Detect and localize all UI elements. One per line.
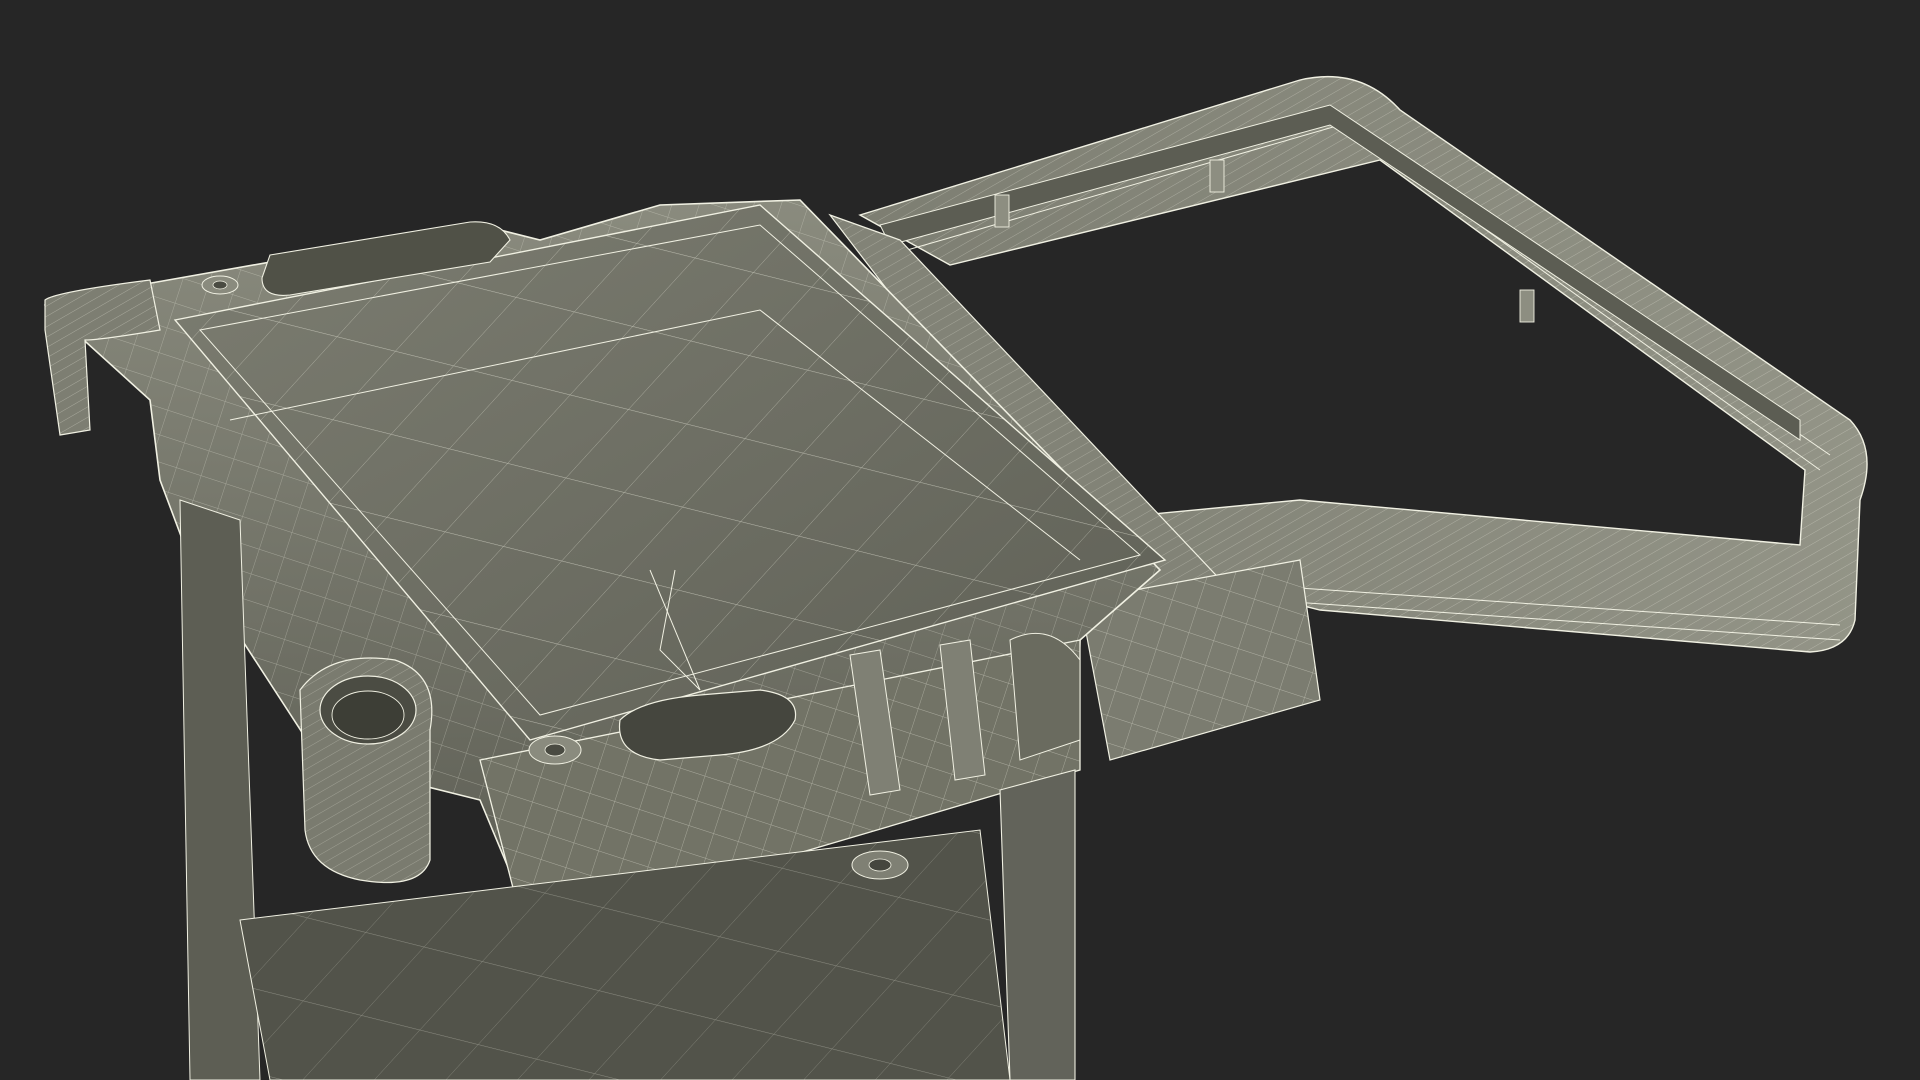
corner-screw (528, 735, 582, 765)
top-screw (201, 275, 239, 295)
wireframe-cart-render (43, 75, 1868, 1080)
cup-holder (299, 657, 433, 884)
render-viewport (0, 0, 1920, 1080)
